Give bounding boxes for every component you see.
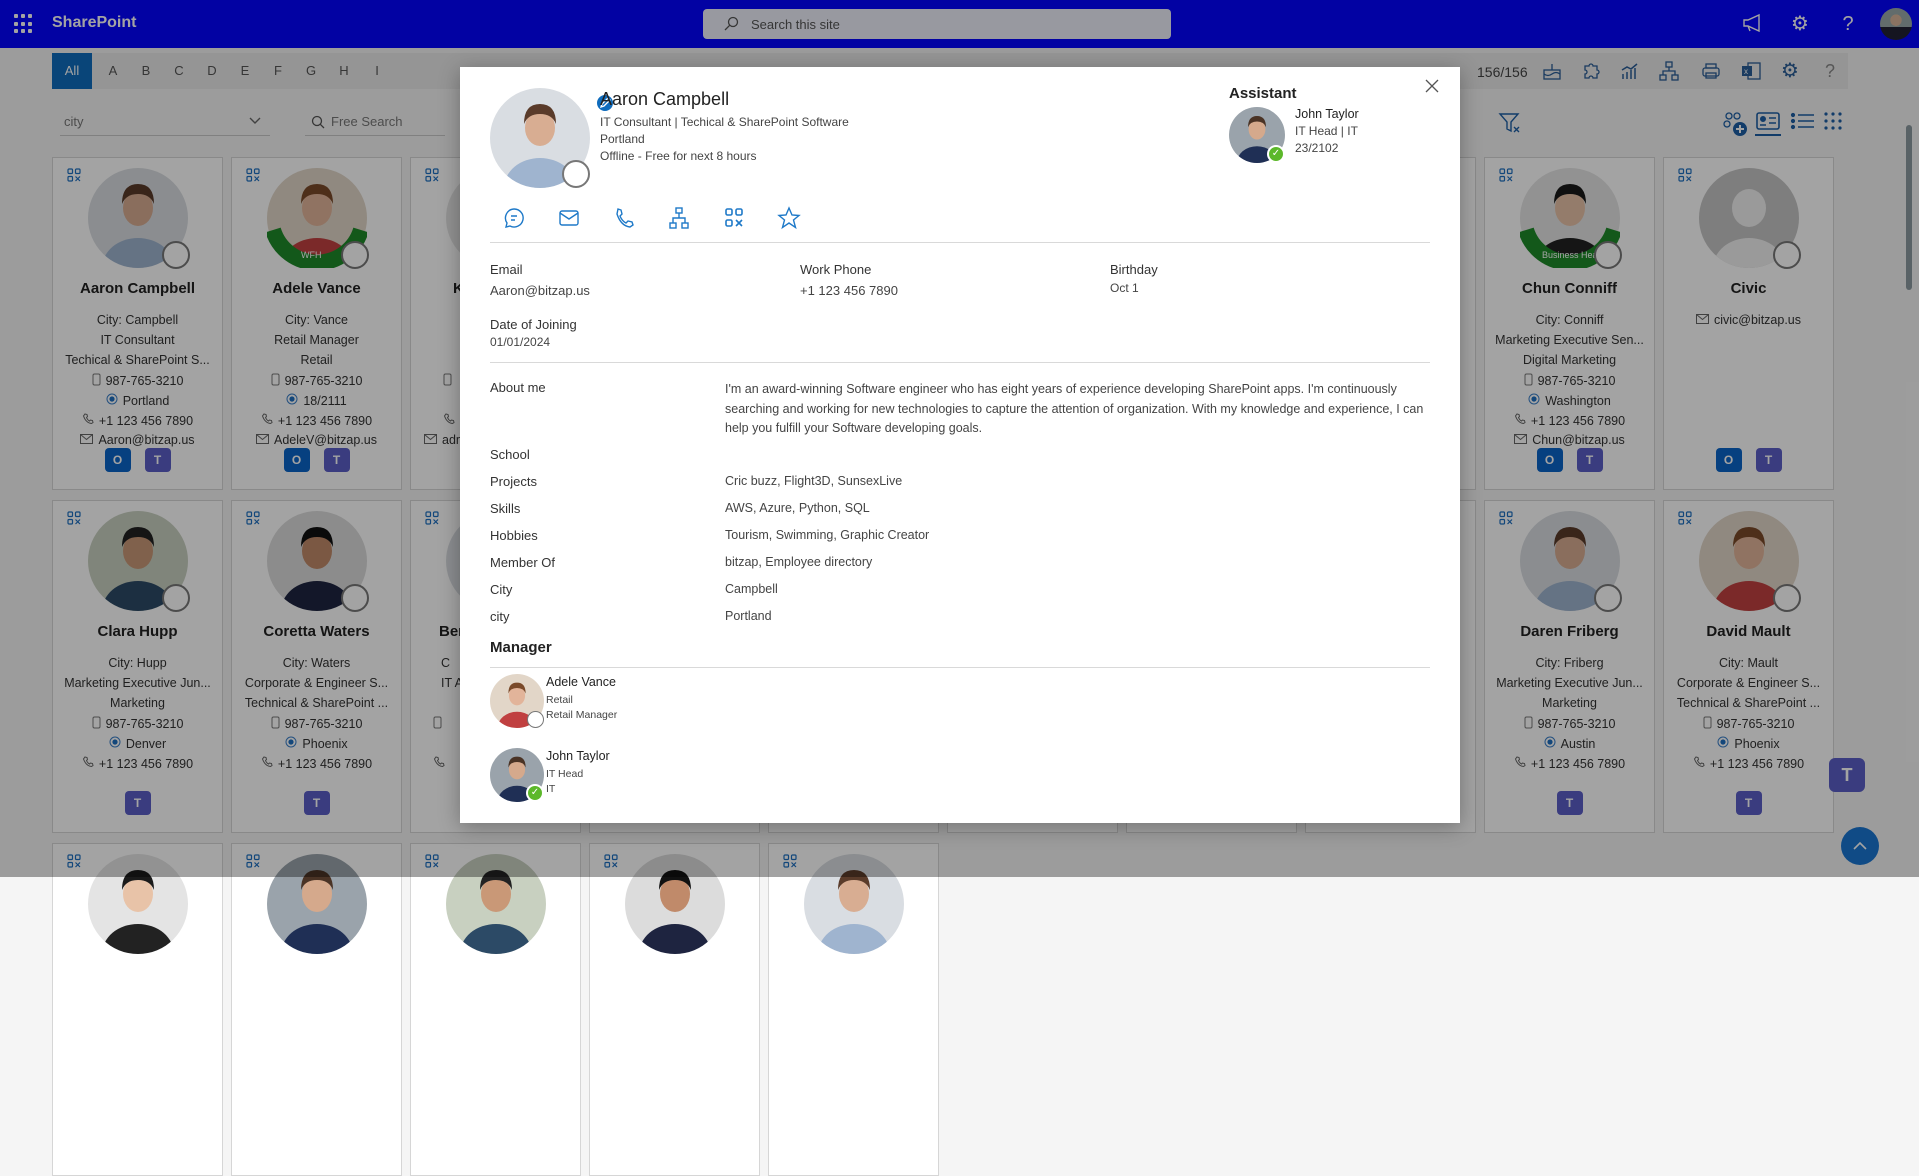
detail-label: Member Of [490, 555, 556, 570]
detail-label: City [490, 582, 513, 597]
close-icon[interactable] [1424, 78, 1442, 96]
detail-value: bitzap, Employee directory [725, 555, 873, 569]
mail-icon[interactable] [557, 206, 581, 230]
detail-value: Portland [725, 609, 772, 623]
divider [490, 242, 1430, 243]
detail-label: Skills [490, 501, 521, 516]
phone-icon[interactable] [612, 206, 636, 230]
presence-offline-icon [527, 711, 544, 728]
manager-name[interactable]: John Taylor [546, 749, 610, 763]
profile-presence: Offline - Free for next 8 hours [600, 149, 757, 163]
presence-offline-icon [562, 160, 590, 188]
work-phone-value[interactable]: +1 123 456 7890 [800, 283, 898, 298]
manager-line: Retail [546, 694, 573, 706]
org-chart-icon[interactable] [667, 206, 691, 230]
detail-label: city [490, 609, 510, 624]
divider [490, 362, 1430, 363]
detail-label: School [490, 447, 530, 462]
joining-date-value: 01/01/2024 [490, 335, 551, 349]
assistant-avatar[interactable]: ✓ [1229, 107, 1285, 163]
manager-name[interactable]: Adele Vance [546, 675, 616, 689]
assistant-office: 23/2102 [1295, 141, 1339, 155]
manager-heading: Manager [490, 639, 552, 656]
favorite-star-icon[interactable] [777, 206, 801, 230]
birthday-label: Birthday [1110, 262, 1158, 277]
profile-avatar [490, 88, 615, 188]
email-value[interactable]: Aaron@bitzap.us [490, 283, 590, 298]
assistant-title: IT Head | IT [1295, 124, 1358, 138]
qr-code-icon[interactable] [722, 206, 746, 230]
detail-value: Tourism, Swimming, Graphic Creator [725, 528, 930, 542]
profile-title: IT Consultant | Techical & SharePoint So… [600, 115, 849, 129]
detail-value: AWS, Azure, Python, SQL [725, 501, 870, 515]
detail-label: Hobbies [490, 528, 538, 543]
profile-location: Portland [600, 132, 645, 146]
employee-card[interactable] [410, 843, 581, 1176]
employee-card[interactable] [768, 843, 939, 1176]
divider [490, 667, 1430, 668]
employee-card[interactable] [52, 843, 223, 1176]
work-phone-label: Work Phone [800, 262, 872, 277]
manager-line: IT Head [546, 768, 584, 780]
chat-icon[interactable] [502, 206, 526, 230]
profile-name: Aaron Campbell [600, 89, 730, 109]
detail-value: Cric buzz, Flight3D, SunsexLive [725, 474, 903, 488]
employee-card[interactable] [589, 843, 760, 1176]
detail-label: Projects [490, 474, 537, 489]
manager-avatar[interactable] [490, 674, 544, 728]
manager-line: Retail Manager [546, 709, 618, 721]
about-label: About me [490, 380, 546, 395]
profile-dialog: Aaron Campbell IT Consultant | Techical … [460, 67, 1460, 823]
birthday-value: Oct 1 [1110, 281, 1139, 295]
manager-line: IT [546, 783, 556, 795]
detail-value: Campbell [725, 582, 778, 596]
presence-available-icon: ✓ [1267, 145, 1285, 163]
manager-avatar[interactable]: ✓ [490, 748, 544, 802]
employee-card[interactable] [231, 843, 402, 1176]
about-text: I'm an award-winning Software engineer w… [725, 382, 1424, 435]
email-label: Email [490, 262, 523, 277]
assistant-name[interactable]: John Taylor [1295, 107, 1359, 121]
assistant-heading: Assistant [1229, 85, 1297, 102]
presence-available-icon: ✓ [526, 784, 544, 802]
joining-date-label: Date of Joining [490, 317, 577, 332]
